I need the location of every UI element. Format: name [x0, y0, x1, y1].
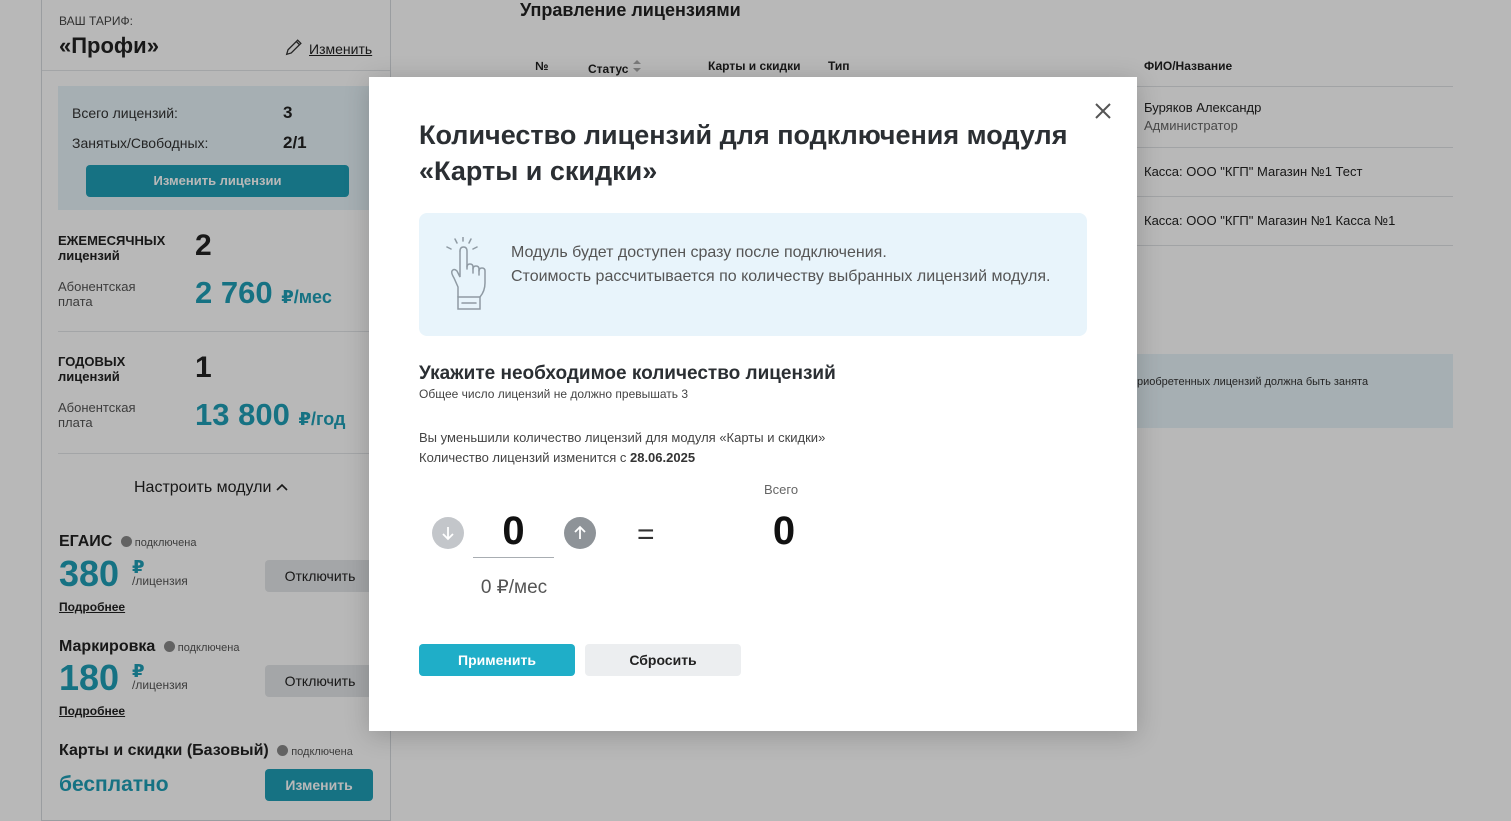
decrease-button[interactable] [432, 517, 464, 549]
quantity-input[interactable]: 0 [473, 509, 554, 554]
arrow-up-icon [574, 525, 586, 539]
quantity-price: 0 ₽/мес [480, 577, 548, 598]
section-title: Укажите необходимое количество лицензий [419, 363, 836, 384]
section-subtitle: Общее число лицензий не должно превышать… [419, 387, 689, 401]
equals-sign: = [637, 518, 655, 551]
close-button[interactable] [1091, 99, 1115, 123]
change-date: 28.06.2025 [629, 450, 696, 465]
notice-text: Модуль будет доступен сразу после подклю… [511, 244, 1051, 285]
close-icon [1095, 103, 1111, 119]
reset-button[interactable]: Сбросить [585, 644, 741, 676]
arrow-down-icon [442, 527, 454, 541]
apply-button[interactable]: Применить [419, 644, 575, 676]
notice-box: Модуль будет доступен сразу после подклю… [419, 213, 1087, 336]
increase-button[interactable] [564, 517, 596, 549]
modal-title: Количество лицензий для подключения моду… [419, 120, 1068, 186]
pointing-hand-icon [445, 236, 493, 313]
total-value: 0 [772, 509, 796, 553]
quantity-underline [473, 557, 554, 558]
total-label: Всего [764, 482, 799, 497]
change-date-note: Количество лицензий изменится с 28.06.20… [419, 450, 696, 465]
license-modal: Количество лицензий для подключения моду… [369, 77, 1137, 731]
decrease-warning: Вы уменьшили количество лицензий для мод… [419, 430, 826, 445]
